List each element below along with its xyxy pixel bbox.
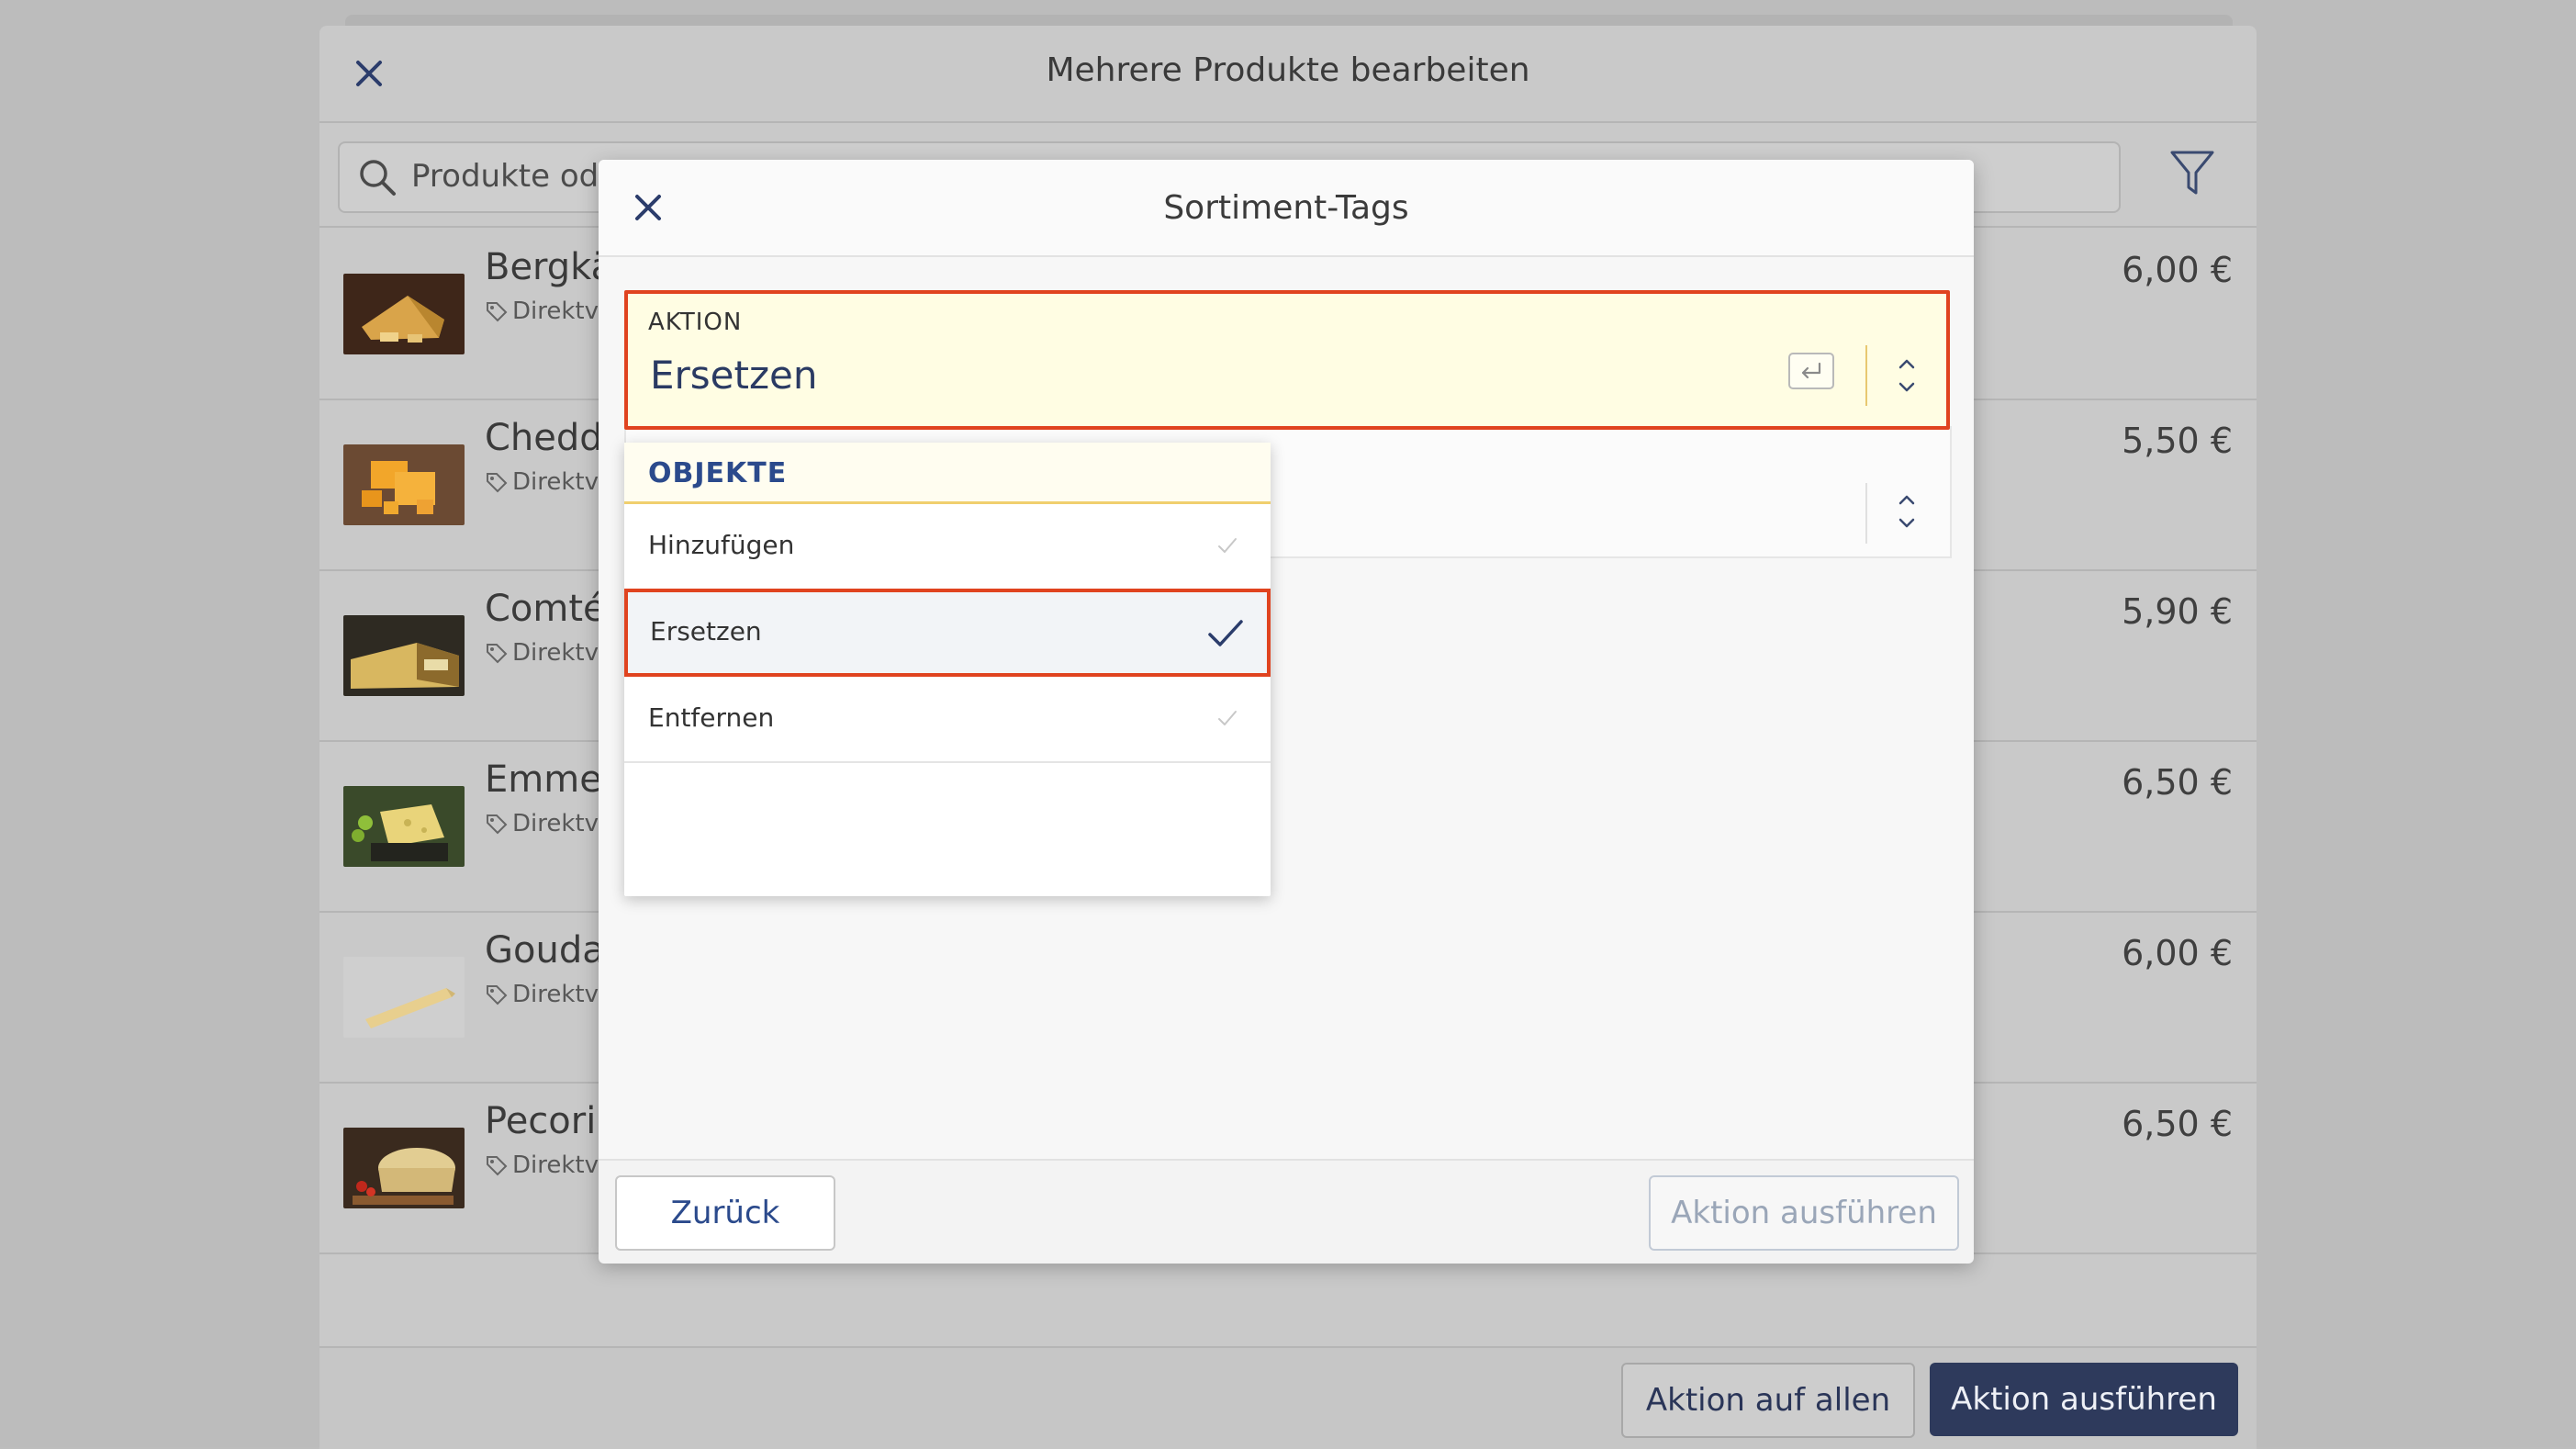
dropdown-option-hinzufuegen[interactable]: Hinzufügen	[624, 504, 1271, 590]
tag-icon	[487, 644, 508, 664]
dropdown-option-ersetzen[interactable]: Ersetzen	[624, 589, 1271, 677]
product-image	[343, 444, 465, 525]
product-price: 6,50 €	[2122, 762, 2233, 803]
execute-action-button-disabled[interactable]: Aktion ausführen	[1649, 1175, 1959, 1251]
dialog-footer: Zurück Aktion ausführen	[599, 1159, 1974, 1264]
back-button[interactable]: Zurück	[615, 1175, 835, 1251]
enter-key-icon	[1788, 353, 1834, 389]
check-icon	[1218, 711, 1237, 725]
field-value: Ersetzen	[650, 353, 818, 398]
divider	[1865, 483, 1867, 544]
product-price: 6,50 €	[2122, 1104, 2233, 1144]
sortiment-tags-dialog: Sortiment-Tags AKTION Ersetzen OBJEKTE H…	[599, 160, 1974, 1264]
tag-icon	[487, 1156, 508, 1176]
divider	[1865, 345, 1867, 406]
product-price: 5,50 €	[2122, 421, 2233, 461]
product-subtitle: Direktve	[485, 639, 613, 667]
tag-icon	[487, 473, 508, 493]
tag-icon	[487, 985, 508, 1005]
product-name: Bergkä	[485, 246, 614, 288]
action-select-field[interactable]: AKTION Ersetzen	[624, 290, 1950, 430]
product-subtitle: Direktve	[485, 1151, 613, 1179]
product-image	[343, 615, 465, 696]
product-subtitle: Direktve	[485, 810, 613, 837]
sheet-header: Mehrere Produkte bearbeiten	[319, 26, 2257, 123]
sheet-footer: Aktion auf allen Aktion ausführen	[319, 1346, 2257, 1449]
product-image	[343, 274, 465, 354]
product-price: 5,90 €	[2122, 591, 2233, 632]
check-icon	[1218, 538, 1237, 553]
check-icon	[1208, 620, 1243, 646]
dialog-title: Sortiment-Tags	[1163, 189, 1409, 227]
dropdown-option-entfernen[interactable]: Entfernen	[624, 677, 1271, 763]
product-subtitle: Direktve	[485, 298, 613, 325]
product-subtitle: Direktve	[485, 468, 613, 496]
search-icon	[360, 160, 396, 196]
chevron-up-down-icon[interactable]	[1893, 353, 1921, 399]
dropdown-section-header: OBJEKTE	[624, 443, 1271, 504]
chevron-up-down-icon[interactable]	[1893, 489, 1921, 534]
field-label: AKTION	[648, 309, 743, 336]
execute-action-button[interactable]: Aktion ausführen	[1930, 1363, 2238, 1436]
action-dropdown-menu: OBJEKTE Hinzufügen Ersetzen Entfernen	[624, 443, 1271, 896]
product-name: Pecorir	[485, 1100, 611, 1142]
tag-icon	[487, 302, 508, 322]
product-name: Gouda	[485, 929, 605, 972]
product-price: 6,00 €	[2122, 933, 2233, 973]
product-subtitle: Direktve	[485, 981, 613, 1008]
dialog-header: Sortiment-Tags	[599, 160, 1974, 257]
product-image	[343, 786, 465, 867]
sheet-title: Mehrere Produkte bearbeiten	[1046, 51, 1530, 89]
product-image	[343, 957, 465, 1038]
action-on-all-button[interactable]: Aktion auf allen	[1621, 1363, 1915, 1438]
product-name: Comté	[485, 588, 606, 630]
product-image	[343, 1128, 465, 1208]
tag-icon	[487, 814, 508, 835]
product-price: 6,00 €	[2122, 250, 2233, 290]
filter-icon[interactable]	[2168, 147, 2216, 198]
